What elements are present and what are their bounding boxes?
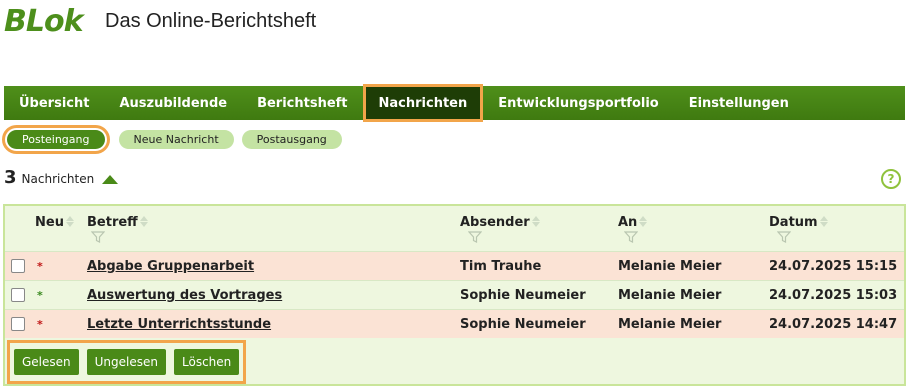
table-row[interactable]: * Auswertung des Vortrages Sophie Neumei… <box>5 280 904 309</box>
message-sender: Tim Trauhe <box>460 258 542 274</box>
column-header-new-label: Neu <box>35 215 64 230</box>
message-subject-link[interactable]: Abgabe Gruppenarbeit <box>87 259 254 274</box>
table-row[interactable]: * Letzte Unterrichtsstunde Sophie Neumei… <box>5 309 904 338</box>
nav-item-entwicklungsportfolio[interactable]: Entwicklungsportfolio <box>483 86 673 120</box>
message-recipient: Melanie Meier <box>618 316 722 332</box>
message-date: 24.07.2025 15:03 <box>769 287 898 303</box>
new-marker: * <box>37 288 43 302</box>
column-header-new[interactable]: Neu <box>35 215 74 230</box>
row-checkbox[interactable] <box>11 259 25 273</box>
nav-item-nachrichten[interactable]: Nachrichten <box>362 84 484 122</box>
delete-button[interactable]: Löschen <box>174 349 240 375</box>
message-subject-link[interactable]: Auswertung des Vortrages <box>87 288 282 303</box>
collapse-icon[interactable] <box>101 173 119 185</box>
column-header-date-label: Datum <box>769 215 818 230</box>
message-count-number: 3 <box>4 167 17 188</box>
table-header: Neu Betreff Absender An Datum <box>5 206 904 251</box>
app-title: Das Online-Berichtsheft <box>105 10 317 32</box>
column-header-date[interactable]: Datum <box>769 215 828 230</box>
logo: BLok <box>4 3 84 39</box>
help-icon[interactable]: ? <box>881 169 901 189</box>
nav-item-auszubildende[interactable]: Auszubildende <box>104 86 242 120</box>
sort-icon[interactable] <box>139 216 148 227</box>
column-header-recipient-label: An <box>618 215 638 230</box>
sort-icon[interactable] <box>531 216 540 227</box>
message-date: 24.07.2025 15:15 <box>769 258 898 274</box>
filter-icon[interactable] <box>468 231 482 243</box>
message-sender: Sophie Neumeier <box>460 316 586 332</box>
message-subject-link[interactable]: Letzte Unterrichtsstunde <box>87 317 271 332</box>
message-recipient: Melanie Meier <box>618 258 722 274</box>
message-date: 24.07.2025 14:47 <box>769 316 898 332</box>
new-marker: * <box>37 259 43 273</box>
bulk-actions: Gelesen Ungelesen Löschen <box>6 340 247 384</box>
filter-icon[interactable] <box>777 231 791 243</box>
subnav-posteingang[interactable]: Posteingang <box>2 124 110 154</box>
sub-nav: Posteingang Neue Nachricht Postausgang <box>2 124 342 154</box>
message-sender: Sophie Neumeier <box>460 287 586 303</box>
nav-item-berichtsheft[interactable]: Berichtsheft <box>242 86 362 120</box>
message-recipient: Melanie Meier <box>618 287 722 303</box>
column-header-subject[interactable]: Betreff <box>87 215 148 230</box>
row-checkbox[interactable] <box>11 317 25 331</box>
mark-unread-button[interactable]: Ungelesen <box>86 349 166 375</box>
message-count-label: Nachrichten <box>21 172 95 186</box>
message-count: 3 Nachrichten <box>4 167 119 188</box>
subnav-postausgang[interactable]: Postausgang <box>241 129 342 149</box>
sort-icon[interactable] <box>639 216 648 227</box>
sort-icon[interactable] <box>819 216 828 227</box>
logo-text: BLok <box>4 3 84 39</box>
column-header-recipient[interactable]: An <box>618 215 648 230</box>
messages-table: Neu Betreff Absender An Datum * Abgabe G… <box>3 204 906 386</box>
filter-icon[interactable] <box>91 231 105 243</box>
main-nav: Übersicht Auszubildende Berichtsheft Nac… <box>4 84 905 122</box>
column-header-sender-label: Absender <box>460 215 530 230</box>
nav-item-einstellungen[interactable]: Einstellungen <box>674 86 804 120</box>
filter-icon[interactable] <box>624 231 638 243</box>
new-marker: * <box>37 317 43 331</box>
table-row[interactable]: * Abgabe Gruppenarbeit Tim Trauhe Melani… <box>5 251 904 280</box>
mark-read-button[interactable]: Gelesen <box>14 349 79 375</box>
nav-item-uebersicht[interactable]: Übersicht <box>4 86 104 120</box>
row-checkbox[interactable] <box>11 288 25 302</box>
subnav-neue-nachricht[interactable]: Neue Nachricht <box>118 129 234 149</box>
column-header-sender[interactable]: Absender <box>460 215 540 230</box>
column-header-subject-label: Betreff <box>87 215 138 230</box>
sort-icon[interactable] <box>65 216 74 227</box>
